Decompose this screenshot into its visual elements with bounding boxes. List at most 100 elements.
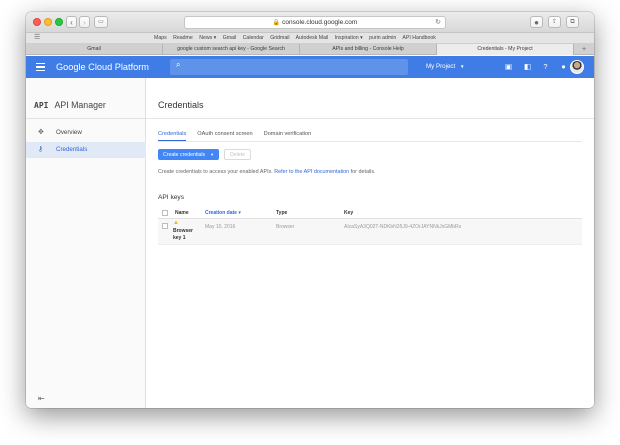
- sidebar-item-overview[interactable]: ✥ Overview: [26, 125, 146, 141]
- browser-tab[interactable]: google custom search api key - Google Se…: [163, 44, 300, 55]
- sidebar-title: API Manager: [54, 100, 106, 110]
- project-selector[interactable]: My Project ▼: [426, 63, 464, 71]
- browser-tabs: Gmail google custom search api key - Goo…: [26, 44, 594, 55]
- sort-down-icon: ▾: [238, 210, 241, 216]
- search-icon: ⌕: [176, 60, 181, 69]
- delete-button[interactable]: Delete: [224, 149, 251, 160]
- caret-down-icon: ▼: [210, 152, 215, 157]
- bookmark-item[interactable]: Calendar: [243, 35, 264, 41]
- browser-window: ‹ › ▭ 🔒 console.cloud.google.com ↻ ● ⇪ ⧉ …: [26, 12, 594, 408]
- description-text: Create credentials to access your enable…: [158, 169, 275, 175]
- share-icon: ⇪: [551, 19, 558, 25]
- brand-title[interactable]: Google Cloud Platform: [56, 61, 149, 73]
- search-box[interactable]: ⌕: [170, 59, 408, 75]
- browser-tab-active[interactable]: Credentials - My Project: [437, 44, 574, 55]
- column-creation-date[interactable]: Creation date ▾: [205, 210, 241, 216]
- type-cell: Browser: [276, 224, 295, 230]
- key-name-line2: key 1: [173, 234, 186, 241]
- column-creation-date-label: Creation date: [205, 210, 237, 216]
- downloads-button[interactable]: ●: [530, 16, 543, 28]
- browser-tab[interactable]: Gmail: [26, 44, 163, 55]
- key-name-line1: Browser: [173, 228, 194, 234]
- sidebar-divider: [26, 118, 146, 119]
- bookmark-item[interactable]: Gmail: [223, 35, 237, 41]
- api-keys-heading: API keys: [158, 194, 185, 201]
- chevron-left-icon: ‹: [70, 18, 73, 27]
- credentials-subtabs: Credentials OAuth consent screen Domain …: [158, 131, 322, 141]
- sidebar-item-label: Overview: [56, 129, 82, 136]
- tab-credentials[interactable]: Credentials: [158, 131, 187, 141]
- column-name[interactable]: Name: [175, 210, 189, 216]
- url-text: console.cloud.google.com: [282, 19, 358, 26]
- api-documentation-link[interactable]: Refer to the API documentation: [274, 169, 349, 175]
- help-icon[interactable]: ?: [541, 62, 550, 71]
- sidebar-header: API API Manager: [34, 100, 106, 110]
- credentials-description: Create credentials to access your enable…: [158, 169, 376, 175]
- tab-domain-verification[interactable]: Domain verification: [264, 131, 312, 141]
- close-window-button[interactable]: [33, 18, 41, 26]
- reload-icon[interactable]: ↻: [435, 17, 441, 29]
- sidebar-item-credentials[interactable]: ⚷ Credentials: [26, 142, 146, 158]
- page-title: Credentials: [158, 100, 204, 110]
- column-key[interactable]: Key: [344, 210, 353, 216]
- bookmark-item[interactable]: Autodesk Mail: [296, 35, 329, 41]
- title-divider: [146, 118, 594, 119]
- forward-button[interactable]: ›: [79, 16, 90, 28]
- collapse-sidebar-icon[interactable]: ⇤: [38, 394, 45, 403]
- bookmark-item[interactable]: Maps: [154, 35, 167, 41]
- download-icon: ●: [534, 18, 539, 27]
- sidebar: API API Manager ✥ Overview ⚷ Credentials …: [26, 78, 146, 408]
- bookmarks-sidebar-icon[interactable]: ☰: [34, 34, 40, 41]
- overview-icon: ✥: [38, 129, 44, 136]
- subtab-divider: [158, 141, 582, 142]
- chevron-right-icon: ›: [83, 18, 86, 27]
- key-icon: ⚷: [38, 146, 44, 153]
- key-name-link[interactable]: Browser key 1: [173, 228, 193, 241]
- share-button[interactable]: ⇪: [548, 16, 561, 28]
- create-credentials-label: Create credentials: [163, 152, 206, 158]
- tabs-overview-button[interactable]: ⧉: [566, 16, 579, 28]
- menu-icon[interactable]: [36, 63, 45, 71]
- sidebar-item-label: Credentials: [56, 146, 88, 153]
- console-header: Google Cloud Platform ⌕ My Project ▼ ▣ ◧…: [26, 56, 594, 78]
- bookmark-item[interactable]: Readme: [173, 35, 193, 41]
- address-bar[interactable]: 🔒 console.cloud.google.com ↻: [184, 16, 446, 29]
- avatar[interactable]: [570, 60, 584, 74]
- bookmark-item[interactable]: News ▾: [199, 35, 216, 41]
- notifications-icon[interactable]: ●: [559, 62, 568, 71]
- warning-icon: ▲: [173, 220, 179, 226]
- cloud-shell-icon[interactable]: ◧: [523, 62, 532, 71]
- plus-icon: +: [581, 46, 587, 53]
- bookmark-item[interactable]: Gridmail: [270, 35, 289, 41]
- caret-down-icon: ▼: [459, 64, 465, 69]
- description-suffix: for details.: [349, 169, 376, 175]
- search-input[interactable]: [188, 61, 402, 73]
- zoom-window-button[interactable]: [55, 18, 63, 26]
- lock-icon: 🔒: [272, 20, 281, 26]
- bookmark-item[interactable]: Inspiration ▾: [335, 35, 363, 41]
- browser-toolbar: ‹ › ▭ 🔒 console.cloud.google.com ↻ ● ⇪ ⧉: [26, 12, 594, 33]
- create-credentials-button[interactable]: Create credentials ▼: [158, 149, 220, 160]
- sidebar-icon: ▭: [98, 19, 104, 25]
- browser-tab[interactable]: APIs and billing - Console Help: [300, 44, 437, 55]
- project-name: My Project: [426, 63, 456, 70]
- bookmarks-bar: ☰ Maps Readme News ▾ Gmail Calendar Grid…: [26, 33, 594, 44]
- new-tab-button[interactable]: +: [574, 44, 594, 54]
- bookmark-item[interactable]: purin admin: [369, 35, 396, 41]
- row-checkbox[interactable]: [162, 223, 168, 229]
- api-keys-table: Name Creation date ▾ Type Key ▲ Browser k…: [158, 206, 582, 245]
- column-type[interactable]: Type: [276, 210, 287, 216]
- table-header: Name Creation date ▾ Type Key: [158, 206, 582, 219]
- select-all-checkbox[interactable]: [162, 210, 168, 216]
- creation-date-cell: May 10, 2016: [205, 224, 236, 230]
- table-row[interactable]: ▲ Browser key 1 May 10, 2016 Browser AIza…: [158, 219, 582, 245]
- back-button[interactable]: ‹: [66, 16, 77, 28]
- bookmark-list: Maps Readme News ▾ Gmail Calendar Gridma…: [154, 35, 441, 41]
- tab-oauth-consent[interactable]: OAuth consent screen: [197, 131, 252, 141]
- minimize-window-button[interactable]: [44, 18, 52, 26]
- gift-icon[interactable]: ▣: [504, 62, 513, 71]
- sidebar-toggle-button[interactable]: ▭: [94, 16, 108, 28]
- key-value-cell: AIzaSyA3Q02T-NDKbN35J9-4ZOrJAYNNkJxGMbRs: [344, 224, 462, 230]
- tabs-icon: ⧉: [570, 19, 575, 25]
- bookmark-item[interactable]: API Handbook: [402, 35, 435, 41]
